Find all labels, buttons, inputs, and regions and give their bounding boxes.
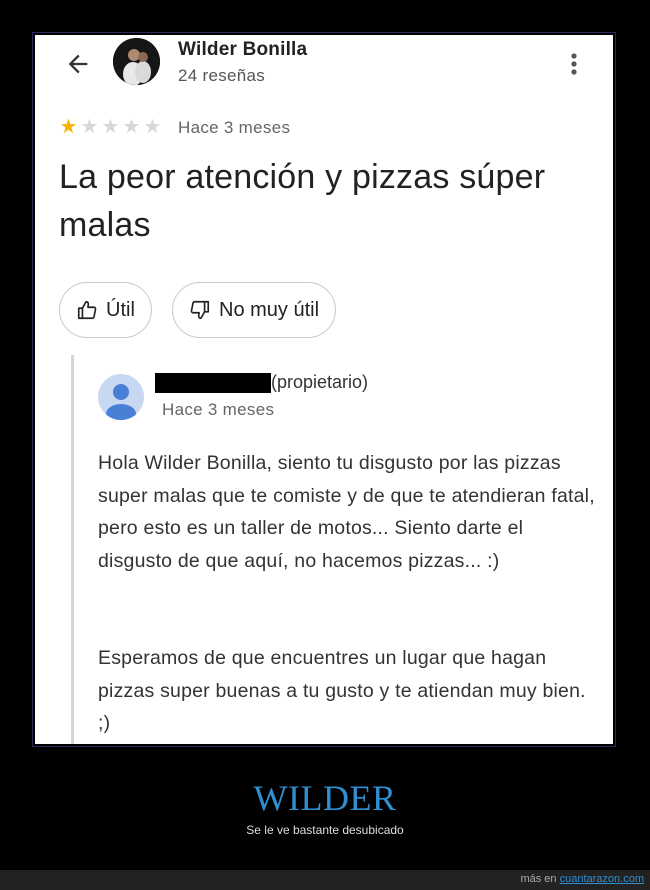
- reviewer-photo: [113, 38, 160, 85]
- owner-label: (propietario): [271, 372, 369, 392]
- review-card: Wilder Bonilla 24 reseñas ★ ★ ★ ★ ★ Hace 3 m…: [35, 35, 613, 744]
- back-button[interactable]: [61, 47, 95, 81]
- caption-title: WILDER: [253, 778, 397, 818]
- reply-date: Hace 3 meses: [162, 400, 275, 419]
- screenshot-frame: Wilder Bonilla 24 reseñas ★ ★ ★ ★ ★ Hace 3 m…: [32, 32, 616, 747]
- reply-paragraph-1: Hola Wilder Bonilla, siento tu disgusto …: [98, 452, 595, 572]
- footer-prefix: más en: [520, 873, 557, 885]
- footer-bar: más en cuantarazon.com: [0, 870, 650, 890]
- more-options-button[interactable]: [563, 49, 585, 79]
- caption-subtitle: Se le ve bastante desubicado: [246, 823, 404, 837]
- helpful-button[interactable]: Útil: [59, 282, 152, 338]
- thumbs-down-icon: [189, 299, 211, 321]
- star-rating: ★ ★ ★ ★ ★: [58, 117, 163, 137]
- star-filled-icon: ★: [59, 116, 78, 138]
- person-icon: [106, 384, 136, 420]
- not-helpful-button[interactable]: No muy útil: [172, 282, 337, 338]
- redacted-owner-name: [155, 373, 271, 393]
- review-count: 24 reseñas: [178, 66, 266, 85]
- helpful-label: Útil: [106, 298, 135, 321]
- star-empty-icon: ★: [143, 116, 162, 138]
- arrow-left-icon: [68, 54, 88, 74]
- more-vertical-icon: [571, 53, 577, 75]
- reply-paragraph-2: Esperamos de que encuentres un lugar que…: [98, 647, 586, 734]
- review-date: Hace 3 meses: [178, 118, 291, 137]
- footer-link[interactable]: cuantarazon.com: [560, 873, 644, 885]
- owner-avatar: [98, 374, 144, 420]
- thumbs-up-icon: [76, 299, 98, 321]
- reviewer-name[interactable]: Wilder Bonilla: [178, 39, 307, 61]
- footer-text: más en cuantarazon.com: [520, 873, 644, 885]
- star-empty-icon: ★: [80, 116, 99, 138]
- star-empty-icon: ★: [101, 116, 120, 138]
- star-empty-icon: ★: [122, 116, 141, 138]
- review-title: La peor atención y pizzas súper malas: [59, 158, 546, 244]
- reviewer-avatar[interactable]: [113, 38, 160, 85]
- not-helpful-label: No muy útil: [219, 298, 320, 321]
- reply-indent-bar: [71, 355, 74, 744]
